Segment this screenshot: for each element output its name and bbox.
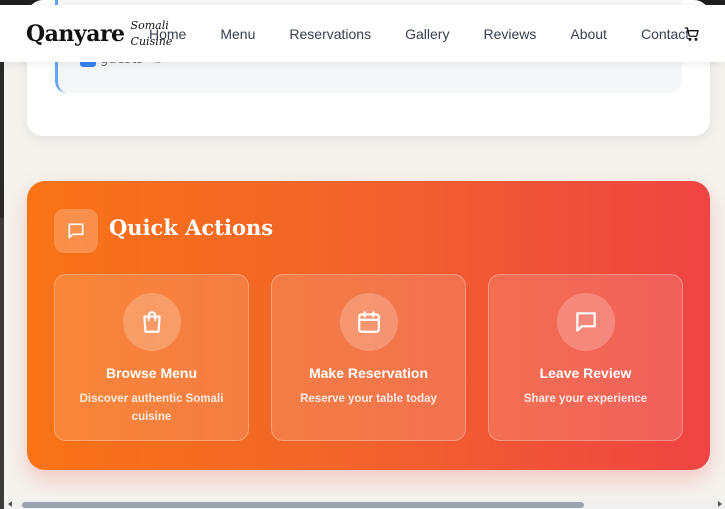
brand-name: Qanyare — [26, 21, 125, 47]
make-reservation-card[interactable]: Make Reservation Reserve your table toda… — [271, 274, 466, 441]
quick-actions-panel: Quick Actions Browse Menu Discover authe… — [27, 181, 710, 470]
nav-menu[interactable]: Menu — [220, 26, 255, 42]
make-reservation-title: Make Reservation — [308, 365, 429, 381]
nav-about[interactable]: About — [570, 26, 607, 42]
shopping-bag-icon — [122, 293, 181, 351]
nav-contact[interactable]: Contact — [641, 26, 689, 42]
nav-reservations[interactable]: Reservations — [289, 26, 371, 42]
message-square-icon — [54, 209, 98, 253]
leave-review-description: Share your experience — [523, 393, 648, 405]
nav-gallery[interactable]: Gallery — [405, 26, 449, 42]
window-left-edge-lower — [0, 218, 4, 509]
nav-home[interactable]: Home — [149, 26, 186, 42]
browse-menu-description: Discover authentic Somali cuisine — [79, 393, 224, 423]
site-header: Qanyare Somali Cuisine Home Menu Reserva… — [0, 5, 725, 62]
scroll-right-icon[interactable] — [718, 501, 722, 507]
leave-review-card[interactable]: Leave Review Share your experience — [488, 274, 683, 441]
scrollbar-thumb[interactable] — [22, 502, 584, 508]
calendar-icon — [339, 293, 398, 351]
brand-logo[interactable]: Qanyare Somali Cuisine — [26, 18, 172, 50]
quick-actions-title: Quick Actions — [109, 215, 274, 240]
message-square-icon — [556, 293, 615, 351]
cart-icon[interactable] — [684, 26, 700, 42]
leave-review-title: Leave Review — [539, 365, 632, 381]
nav-reviews[interactable]: Reviews — [483, 26, 536, 42]
browse-menu-title: Browse Menu — [105, 365, 197, 381]
scroll-left-icon[interactable] — [8, 501, 12, 507]
browse-menu-card[interactable]: Browse Menu Discover authentic Somali cu… — [54, 274, 249, 441]
make-reservation-description: Reserve your table today — [300, 393, 437, 405]
main-nav: Home Menu Reservations Gallery Reviews A… — [149, 5, 723, 62]
horizontal-scrollbar[interactable] — [4, 499, 725, 509]
